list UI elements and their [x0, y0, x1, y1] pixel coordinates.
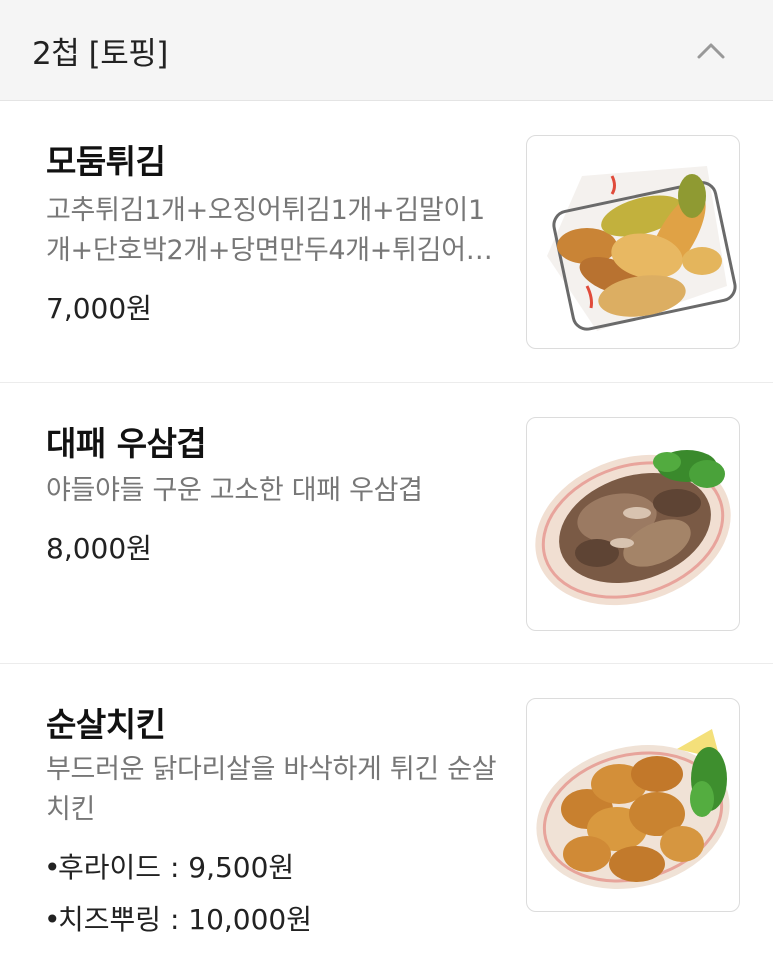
menu-item-daepae-usamgyeop[interactable]: 대패 우삼겹 야들야들 구운 고소한 대패 우삼겹 8,000원 — [0, 383, 773, 664]
menu-item-moodum-twigim[interactable]: 모둠튀김 고추튀김1개+오징어튀김1개+김말이1개+단호박2개+당면만두4개+튀… — [0, 101, 773, 383]
menu-item-description: 야들야들 구운 고소한 대패 우삼겹 — [46, 475, 423, 506]
section-header[interactable]: 2첩 [토핑] — [0, 0, 773, 101]
price-option: •치즈뿌링 : 10,000원 — [44, 894, 312, 946]
menu-item-photo — [526, 135, 740, 349]
menu-item-description: 부드러운 닭다리살을 바삭하게 튀긴 순살치킨 — [46, 754, 497, 825]
price-option: •후라이드 : 9,500원 — [44, 842, 312, 894]
bullet: • — [44, 851, 61, 884]
menu-item-sunsal-chicken[interactable]: 순살치킨 부드러운 닭다리살을 바삭하게 튀긴 순살치킨 •후라이드 : 9,5… — [0, 664, 773, 965]
menu-item-name: 대패 우삼겹 — [46, 424, 207, 463]
menu-item-price: 7,000원 — [46, 292, 152, 325]
menu-item-name: 모둠튀김 — [46, 142, 166, 181]
section-title: 2첩 [토핑] — [32, 35, 168, 72]
chevron-up-icon[interactable] — [689, 28, 733, 72]
price-option-label: 후라이드 : 9,500원 — [58, 851, 295, 884]
menu-item-photo — [526, 417, 740, 631]
menu-item-photo — [526, 698, 740, 912]
menu-item-description: 고추튀김1개+오징어튀김1개+김말이1개+단호박2개+당면만두4개+튀김어… — [46, 195, 493, 266]
price-options: •후라이드 : 9,500원 •치즈뿌링 : 10,000원 — [44, 842, 312, 946]
bullet: • — [44, 903, 61, 936]
menu-item-price: 8,000원 — [46, 532, 152, 565]
menu-item-name: 순살치킨 — [46, 705, 166, 744]
price-option-label: 치즈뿌링 : 10,000원 — [58, 903, 313, 936]
